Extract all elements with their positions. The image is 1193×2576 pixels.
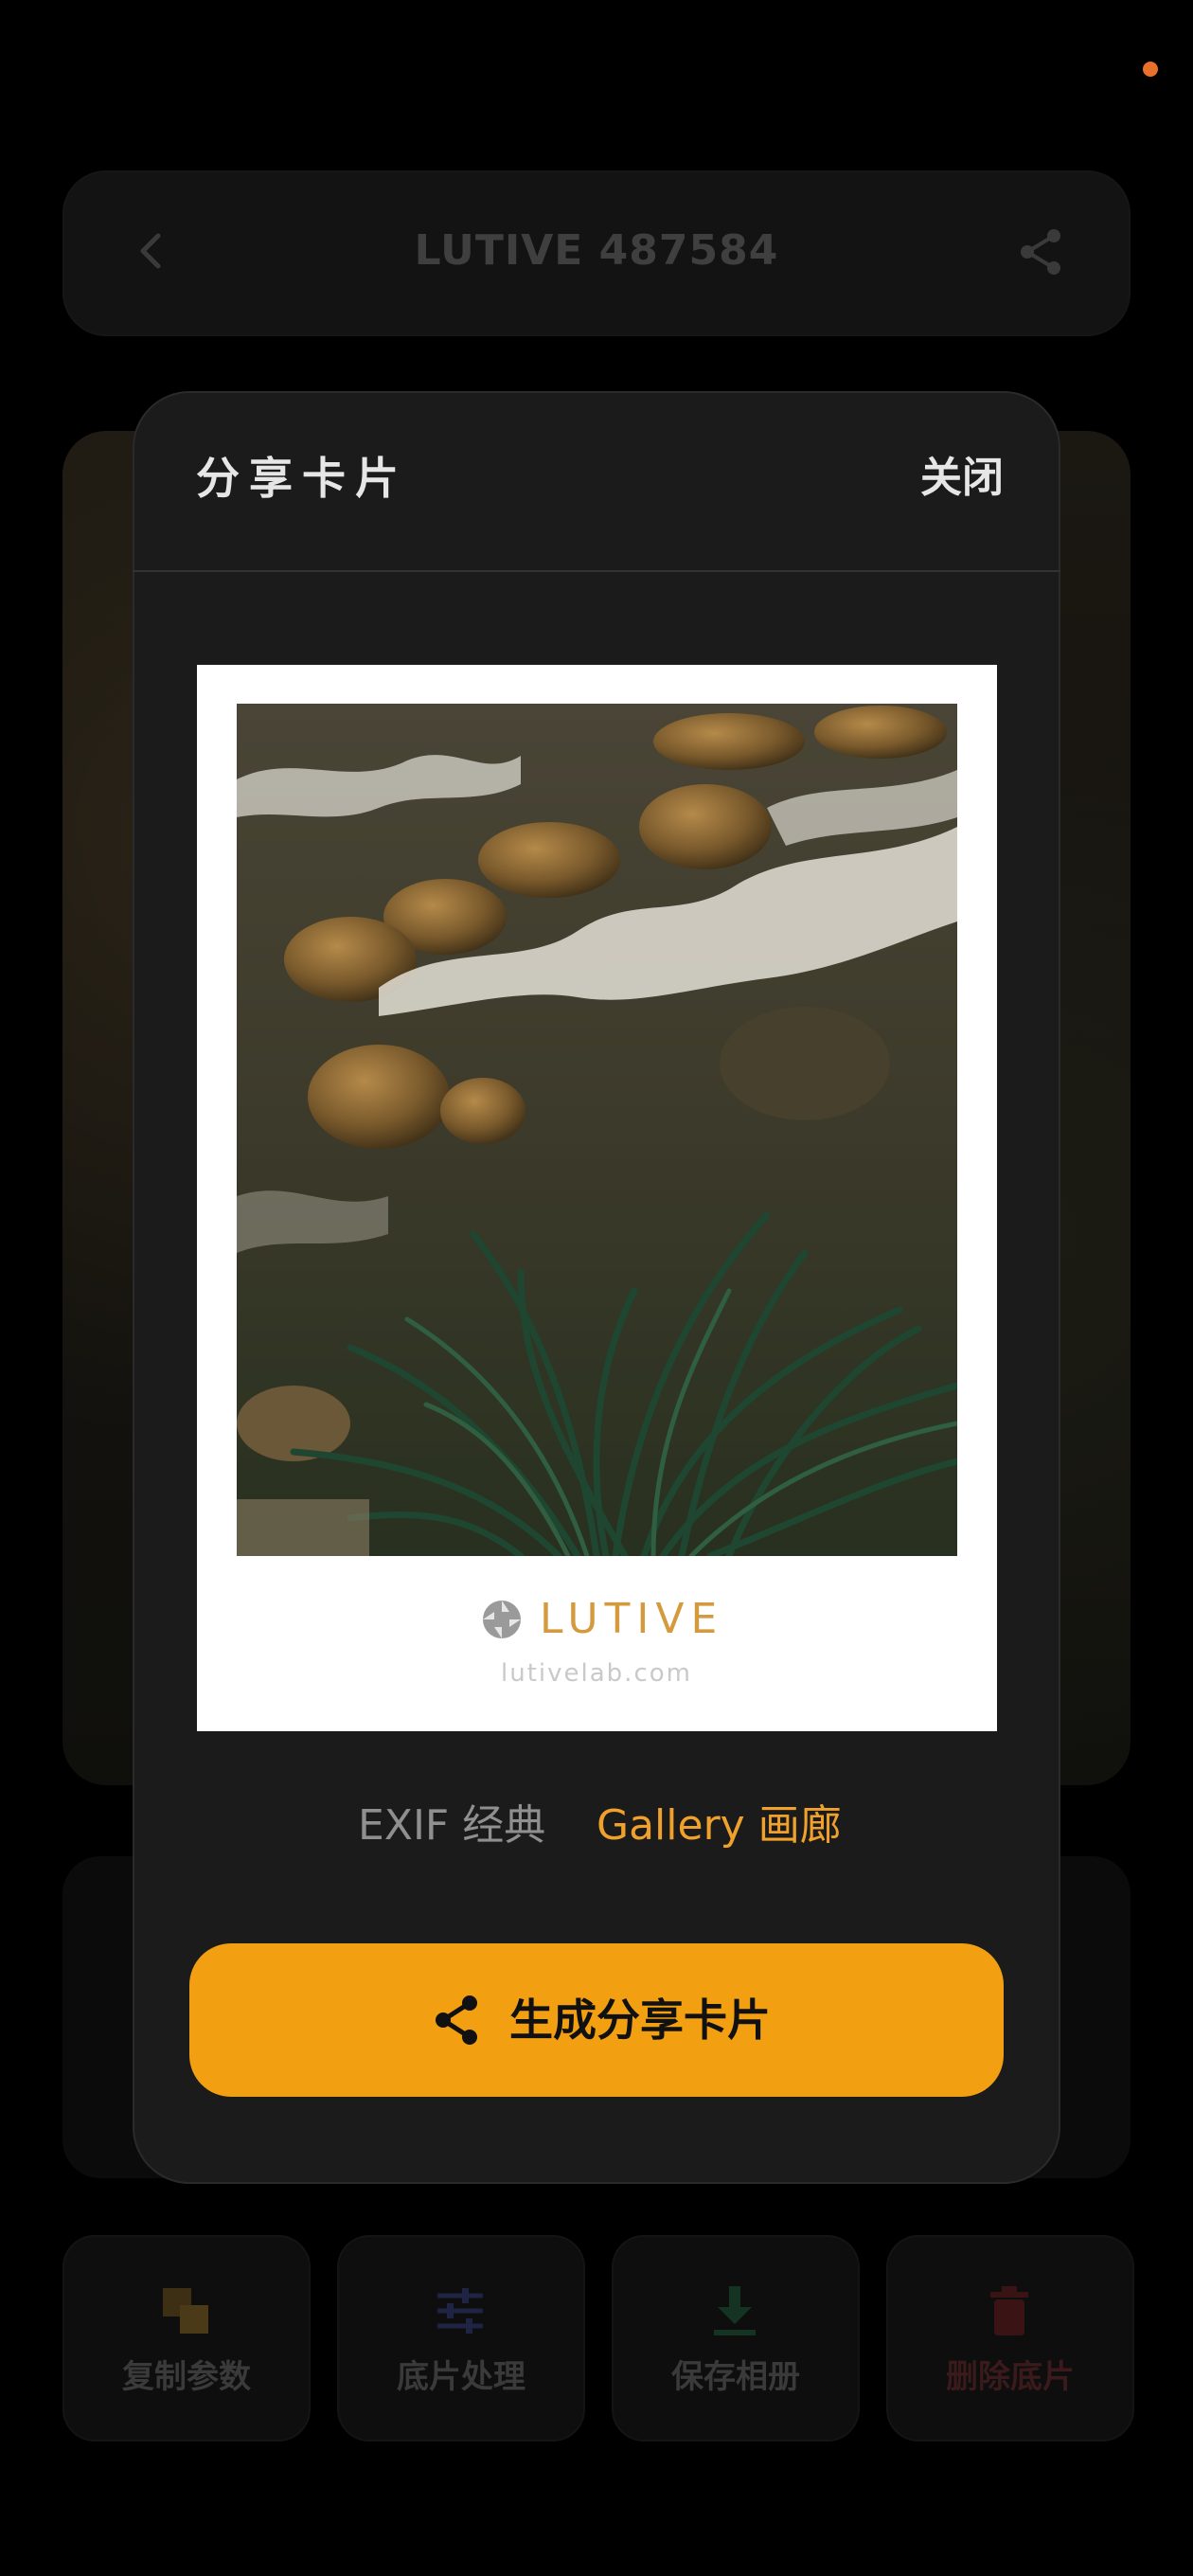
share-icon[interactable] [1018,227,1065,277]
tab-exif-classic[interactable]: EXIF 经典 [358,1795,545,1857]
notification-dot [1143,62,1158,77]
copy-params-label: 复制参数 [122,2358,251,2396]
tab-gallery[interactable]: Gallery 画廊 [596,1795,842,1857]
film-process-button[interactable] [337,2235,585,2442]
page-title: LUTIVE 487584 [414,226,779,275]
aperture-logo-icon [483,1601,521,1638]
share-icon [436,1995,477,2045]
card-photo [237,704,957,1556]
close-button[interactable]: 关闭 [890,445,1004,511]
card-brand-url: lutivelab.com [501,1659,692,1688]
river-photo-image [237,704,957,1556]
sliders-icon [437,2288,483,2334]
generate-button-label: 生成分享卡片 [509,1995,771,2046]
copy-params-button[interactable] [62,2235,311,2442]
modal-title: 分享卡片 [196,453,408,504]
save-album-button[interactable] [612,2235,860,2442]
delete-film-button[interactable] [886,2235,1134,2442]
modal-divider [133,570,1060,572]
film-process-label: 底片处理 [397,2358,525,2396]
download-icon [714,2286,756,2335]
delete-film-label: 删除底片 [946,2358,1075,2396]
copy-params-icon [163,2288,208,2334]
save-album-label: 保存相册 [671,2358,800,2396]
trash-icon [990,2286,1028,2335]
card-brand-name: LUTIVE [540,1595,724,1643]
back-arrow-icon[interactable] [137,232,164,270]
